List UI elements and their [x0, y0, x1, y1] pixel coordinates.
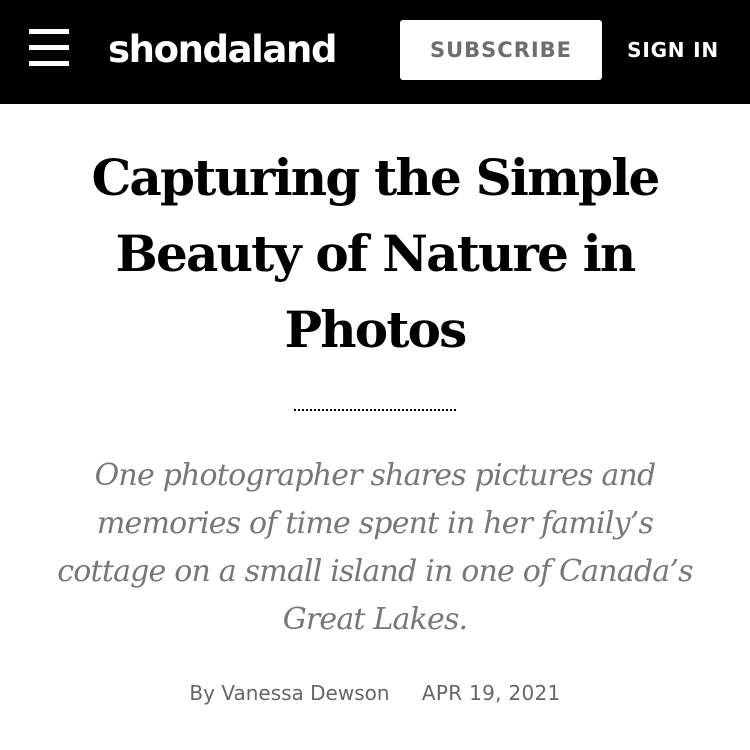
dotted-divider	[294, 409, 456, 411]
publish-date: APR 19, 2021	[421, 681, 561, 705]
article-title: Capturing the Simple Beauty of Nature in…	[91, 148, 660, 359]
byline: By Vanessa Dewson APR 19, 2021	[0, 678, 750, 708]
author-link[interactable]: Vanessa Dewson	[221, 681, 389, 705]
menu-bar	[29, 45, 69, 50]
sign-in-link[interactable]: SIGN IN	[624, 34, 722, 66]
menu-bar	[29, 61, 69, 66]
menu-bar	[29, 29, 69, 34]
site-logo[interactable]: shondaland	[108, 25, 337, 75]
article-dek: One photographer shares pictures and mem…	[57, 458, 693, 637]
site-header: shondaland SUBSCRIBE SIGN IN	[0, 0, 750, 104]
byline-prefix: By	[189, 681, 215, 705]
subscribe-button[interactable]: SUBSCRIBE	[400, 20, 602, 80]
hamburger-menu-icon[interactable]	[29, 28, 69, 68]
